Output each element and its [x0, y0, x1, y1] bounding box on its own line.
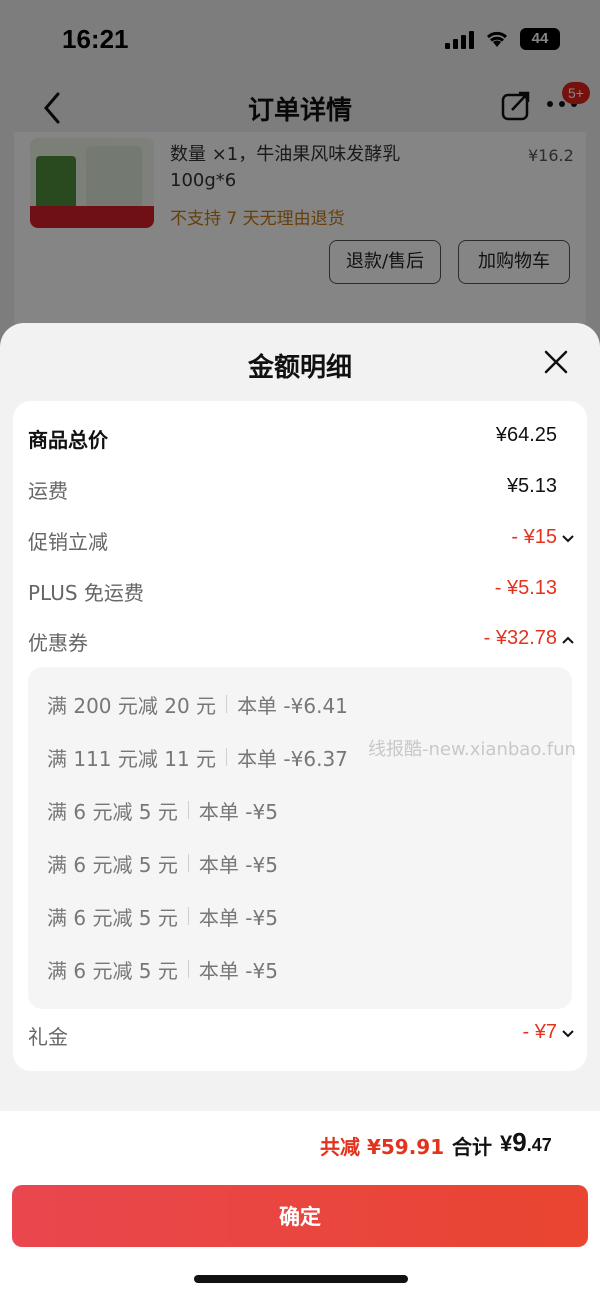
- coupon-item: 满 6 元减 5 元 本单 -¥5: [47, 848, 278, 878]
- coupon-amount: 本单 -¥5: [198, 905, 278, 930]
- promo-value: - ¥15: [511, 526, 557, 548]
- shipping-label: 运费: [28, 479, 68, 503]
- total-currency: ¥: [500, 1131, 513, 1156]
- coupon-condition: 满 6 元减 5 元: [47, 905, 178, 930]
- plus-label: PLUS 免运费: [28, 581, 144, 605]
- coupon-condition: 满 6 元减 5 元: [47, 799, 178, 824]
- sheet-title: 金额明细: [247, 353, 352, 383]
- home-indicator[interactable]: [194, 1275, 408, 1283]
- row-total: 商品总价 ¥64.25: [13, 418, 587, 458]
- coupon-condition: 满 6 元减 5 元: [47, 852, 178, 877]
- coupon-amount: 本单 -¥5: [198, 852, 278, 877]
- coupon-amount: 本单 -¥5: [198, 799, 278, 824]
- confirm-area: 确定: [0, 1179, 600, 1298]
- total-reduced: 共减 ¥59.91: [320, 1135, 445, 1159]
- divider: [226, 695, 228, 713]
- dim-overlay[interactable]: [0, 0, 600, 340]
- row-coupon[interactable]: 优惠券 - ¥32.78: [13, 621, 587, 661]
- divider: [187, 854, 189, 872]
- divider: [187, 907, 189, 925]
- row-shipping: 运费 ¥5.13: [13, 469, 587, 509]
- promo-label: 促销立减: [28, 530, 108, 554]
- row-promo[interactable]: 促销立减 - ¥15: [13, 520, 587, 560]
- chevron-down-icon[interactable]: [561, 534, 575, 544]
- coupon-label: 优惠券: [28, 631, 88, 655]
- gift-value: - ¥7: [522, 1021, 557, 1043]
- coupon-item: 满 6 元减 5 元 本单 -¥5: [47, 795, 278, 825]
- coupon-condition: 满 200 元减 20 元: [47, 693, 217, 718]
- coupon-condition: 满 111 元减 11 元: [47, 746, 217, 771]
- coupon-value: - ¥32.78: [483, 627, 557, 649]
- close-icon[interactable]: [543, 349, 569, 375]
- summary-bar: 共减 ¥59.91 合计 ¥9.47: [0, 1111, 600, 1179]
- coupon-amount: 本单 -¥5: [198, 958, 278, 983]
- total-decimal: .47: [526, 1135, 552, 1155]
- coupon-item: 满 6 元减 5 元 本单 -¥5: [47, 954, 278, 984]
- coupon-amount: 本单 -¥6.41: [237, 693, 348, 718]
- row-plus: PLUS 免运费 - ¥5.13: [13, 571, 587, 611]
- coupon-list: 满 200 元减 20 元 本单 -¥6.41 满 111 元减 11 元 本单…: [28, 667, 572, 1009]
- total-value: ¥64.25: [495, 424, 557, 446]
- coupon-item: 满 200 元减 20 元 本单 -¥6.41: [47, 689, 348, 719]
- amount-detail-sheet: 金额明细 商品总价 ¥64.25 运费 ¥5.13 促销立减 - ¥15 PLU…: [0, 323, 600, 1298]
- watermark: 线报酷-new.xianbao.fun: [368, 739, 576, 760]
- chevron-down-icon[interactable]: [561, 1029, 575, 1039]
- coupon-item: 满 111 元减 11 元 本单 -¥6.37: [47, 742, 348, 772]
- divider: [187, 960, 189, 978]
- row-gift[interactable]: 礼金 - ¥7: [13, 1015, 587, 1055]
- total-label-sum: 合计: [452, 1135, 492, 1159]
- total-label: 商品总价: [28, 428, 108, 452]
- total-integer: 9: [512, 1127, 527, 1157]
- chevron-up-icon[interactable]: [561, 635, 575, 645]
- coupon-amount: 本单 -¥6.37: [237, 746, 348, 771]
- plus-value: - ¥5.13: [494, 577, 557, 599]
- coupon-condition: 满 6 元减 5 元: [47, 958, 178, 983]
- coupon-item: 满 6 元减 5 元 本单 -¥5: [47, 901, 278, 931]
- confirm-button[interactable]: 确定: [12, 1185, 588, 1247]
- gift-label: 礼金: [28, 1025, 68, 1049]
- divider: [226, 748, 228, 766]
- total-amount: ¥9.47: [500, 1127, 552, 1158]
- divider: [187, 801, 189, 819]
- shipping-value: ¥5.13: [506, 475, 557, 497]
